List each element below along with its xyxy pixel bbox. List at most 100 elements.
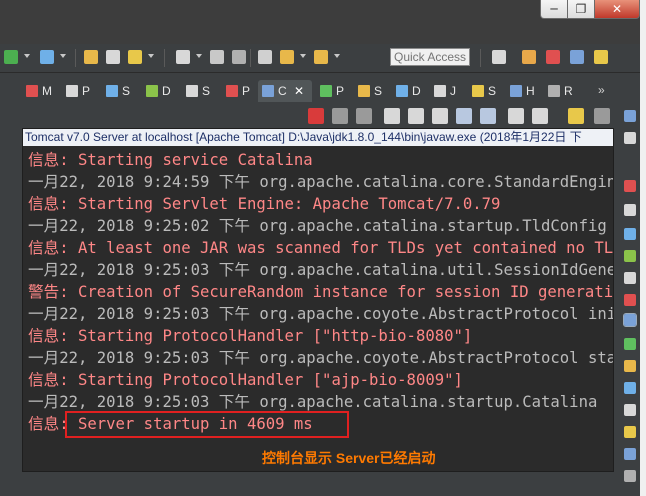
chevron-down-icon[interactable] [334,54,340,58]
annotation-icon[interactable] [232,50,246,64]
tab-search[interactable]: S [358,80,388,102]
chevron-down-icon[interactable] [60,54,66,58]
console-log-message: 信息: Starting service Catalina [28,151,313,169]
open-console-icon[interactable] [568,108,584,124]
snippets-icon [186,85,198,97]
servers-icon[interactable] [624,228,636,240]
show-on-stderr-icon[interactable] [480,108,496,124]
minimize-button[interactable]: ─ [540,0,568,19]
toolbar-separator [164,49,165,67]
document-icon[interactable] [176,50,190,64]
pencil-icon[interactable] [128,50,142,64]
remote-icon [548,85,560,97]
run-icon[interactable] [4,50,18,64]
tab-overflow-button[interactable]: » [598,80,612,100]
tab-debug[interactable]: D [396,80,426,102]
servers-icon [106,85,118,97]
tab-snippets[interactable]: S [186,80,220,102]
word-wrap-icon[interactable] [432,108,448,124]
search-icon [358,85,370,97]
task-list-icon[interactable] [624,132,636,144]
toolbar-separator [75,49,76,67]
main-toolbar [0,44,640,73]
tab-remote[interactable]: R [548,80,578,102]
pin-console-icon[interactable] [508,108,524,124]
debug-icon[interactable] [624,382,636,394]
console-log-message: 信息: Starting ProtocolHandler ["http-bio-… [28,327,473,345]
console-output: 信息: Starting service Catalina 一月22, 2018 … [23,149,613,449]
open-perspective-icon[interactable] [492,50,506,64]
markers-icon[interactable] [624,180,636,192]
tab-source[interactable]: S [472,80,502,102]
outline-icon[interactable] [624,110,636,122]
window-titlebar: ─ ❐ ✕ [0,0,646,44]
console-log-timestamp: 一月22, 2018 9:25:03 下午 org.apache.catalin… [28,261,613,279]
java-perspective-icon[interactable] [570,50,584,64]
console-icon[interactable] [623,313,637,327]
search-icon[interactable] [624,360,636,372]
annotation-caption: 控制台显示 Server已经启动 [262,450,436,466]
status-bar [0,472,620,496]
view-tab-bar: M P S D S P C ✕ P S D J S H R [22,80,614,102]
history-icon [510,85,522,97]
console-log-timestamp: 一月22, 2018 9:25:02 下午 org.apache.catalin… [28,217,607,235]
right-trim-stack [620,100,640,496]
close-tab-icon[interactable]: ✕ [294,80,304,102]
progress-icon[interactable] [624,338,636,350]
console-log-timestamp: 一月22, 2018 9:24:59 下午 org.apache.catalin… [28,173,613,191]
new-file-icon[interactable] [106,50,120,64]
console-log-timestamp: 一月22, 2018 9:25:03 下午 org.apache.coyote.… [28,349,613,367]
tab-properties[interactable]: P [66,80,100,102]
back-arrow-icon[interactable] [258,50,272,64]
chevron-down-icon[interactable] [196,54,202,58]
tab-servers[interactable]: S [106,80,140,102]
chevron-down-icon[interactable] [300,54,306,58]
tab-progress[interactable]: P [320,80,350,102]
remove-all-icon[interactable] [356,108,372,124]
source-icon[interactable] [624,426,636,438]
history-icon[interactable] [624,448,636,460]
java-ee-perspective-icon[interactable] [522,50,536,64]
close-window-button[interactable]: ✕ [594,0,640,19]
tab-problems[interactable]: P [226,80,260,102]
clear-console-icon[interactable] [384,108,400,124]
terminate-icon[interactable] [308,108,324,124]
console-log-message: 警告: Creation of SecureRandom instance fo… [28,283,613,301]
data-source-icon [146,85,158,97]
console-icon [262,85,274,97]
snippets-icon[interactable] [624,272,636,284]
remote-icon[interactable] [624,470,636,482]
source-icon [472,85,484,97]
scroll-lock-icon[interactable] [408,108,424,124]
console-log-message: 信息: At least one JAR was scanned for TLD… [28,239,613,257]
tab-data-source[interactable]: D [146,80,180,102]
chevron-down-icon[interactable] [24,54,30,58]
problems-icon[interactable] [624,294,636,306]
tab-console[interactable]: C ✕ [258,80,312,102]
maximize-button[interactable]: ❐ [567,0,595,19]
properties-icon [66,85,78,97]
chevron-down-icon[interactable] [148,54,154,58]
tab-javadoc[interactable]: J [434,80,464,102]
back-icon[interactable] [280,50,294,64]
debug-perspective-icon[interactable] [546,50,560,64]
debug-icon[interactable] [40,50,54,64]
open-folder-icon[interactable] [84,50,98,64]
forward-icon[interactable] [314,50,328,64]
console-log-message: 信息: Starting ProtocolHandler ["ajp-bio-8… [28,371,463,389]
pin-icon[interactable] [210,50,224,64]
javadoc-icon[interactable] [624,404,636,416]
view-menu-icon[interactable] [594,108,610,124]
progress-icon [320,85,332,97]
browse-perspective-icon[interactable] [594,50,608,64]
show-on-stdout-icon[interactable] [456,108,472,124]
quick-access-input[interactable] [390,48,470,66]
tab-history[interactable]: H [510,80,540,102]
display-console-icon[interactable] [532,108,548,124]
tab-markers[interactable]: M [26,80,60,102]
properties-icon[interactable] [624,204,636,216]
debug-icon [396,85,408,97]
problems-icon [226,85,238,97]
data-source-icon[interactable] [624,250,636,262]
remove-launch-icon[interactable] [332,108,348,124]
